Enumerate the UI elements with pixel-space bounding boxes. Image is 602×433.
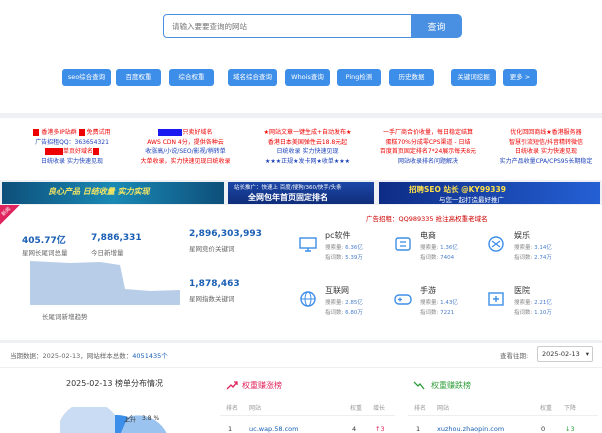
cat-ecommerce-name[interactable]: 电商 xyxy=(420,230,436,241)
ad-col-5[interactable]: 优化回回商线★香港服务器 智慧引流短信/抖音精转微信 日统收录 实力快速见现 实… xyxy=(496,128,596,166)
stat-longtail-total: 405.77亿 xyxy=(22,236,66,246)
rank-panel: 当期数据：2025-02-13，网站样本总数：4051435个 查看往期: 20… xyxy=(0,343,602,433)
nav-domain-query[interactable]: 域名综合查询 xyxy=(228,69,277,86)
divider xyxy=(0,367,602,368)
text-ads: 香港多IP站群 免费试用 广告招租QQ：363654321 单页好域名 日统收录… xyxy=(0,118,602,180)
fall-site-link[interactable]: xuzhou.zhaopin.com xyxy=(437,425,504,433)
rise-board-title: 权重赚涨榜 xyxy=(242,381,282,390)
trend-label: 长尾词新增趋势 xyxy=(42,313,88,321)
cat-pc-name[interactable]: pc软件 xyxy=(325,230,350,241)
banner-1[interactable]: 良心产品 日结收量 实力实现 xyxy=(2,182,224,204)
trend-up-icon xyxy=(226,381,238,390)
search-button[interactable]: 查询 xyxy=(411,14,462,38)
cat-entertainment-name[interactable]: 娱乐 xyxy=(514,230,530,241)
ad-col-2[interactable]: 只卖好域名 AWS CDN 4分，提供各种云 收涨高/小说/SEO/影视/稍转单… xyxy=(138,128,233,166)
current-data-label: 当期数据：2025-02-13，网站样本总数： xyxy=(10,352,133,360)
stat-today-label: 今日新增量 xyxy=(91,249,124,257)
stat-today-new: 7,886,331 xyxy=(91,233,142,243)
nav-whois[interactable]: Whois查询 xyxy=(285,69,330,86)
nav-baidu-weight[interactable]: 百度权重 xyxy=(116,69,161,86)
chevron-down-icon: ▾ xyxy=(585,350,589,358)
stat-index-label: 星网指数关键词 xyxy=(189,295,235,303)
banner-3[interactable]: 招聘SEO 站长 @KY99339 与您一起打造最好推广 xyxy=(379,182,600,204)
nav-seo[interactable]: seo综合查询 xyxy=(62,69,111,86)
nav-history[interactable]: 历史数据 xyxy=(389,69,434,86)
banner-2[interactable]: 站长推广：快速上 百度/搜狗/360/快手/头条 全网包年首页固定排名 xyxy=(228,182,374,204)
tag-icon xyxy=(395,237,411,251)
pie-pct: 3.8 % xyxy=(142,415,160,422)
stat-bid-label: 星网竞价关键词 xyxy=(189,245,235,253)
trend-down-icon xyxy=(413,381,425,390)
news-badge: 新闻 xyxy=(0,205,20,225)
stat-index-keywords: 1,878,463 xyxy=(189,279,240,289)
trend-area xyxy=(30,261,180,305)
desktop-icon xyxy=(299,237,317,252)
cat-internet-name[interactable]: 互联网 xyxy=(325,285,349,296)
cat-hospital-name[interactable]: 医院 xyxy=(514,285,530,296)
ad-col-1[interactable]: 香港多IP站群 免费试用 广告招租QQ：363654321 单页好域名 日统收录… xyxy=(22,128,122,166)
distribution-pie xyxy=(60,407,167,433)
chart-title: 2025-02-13 榜单分布情况 xyxy=(66,379,164,388)
stat-longtail-label: 星网长尾词总量 xyxy=(22,249,68,257)
nav-more[interactable]: 更多 > xyxy=(503,69,537,86)
fall-board-title: 权重赚跌榜 xyxy=(431,381,471,390)
stat-bid-keywords: 2,896,303,993 xyxy=(189,229,262,239)
hospital-icon xyxy=(488,292,504,306)
longtail-trend-chart xyxy=(30,261,180,305)
ad-col-4[interactable]: 一手厂商合价收量，每日稳定结算 蛋糕70%分成零CPS渠道 - 日结 百度首页固… xyxy=(372,128,484,166)
nav-ping[interactable]: Ping检测 xyxy=(337,69,381,86)
search-input[interactable] xyxy=(163,14,413,38)
globe-icon xyxy=(300,291,316,307)
ad-col-3[interactable]: ★网站文章一键生成+自动发布★ 香港日本美国弹性云18.8元起 日统收录 实力快… xyxy=(255,128,360,166)
cat-mobile-game-name[interactable]: 手游 xyxy=(420,285,436,296)
nav-composite-weight[interactable]: 综合权重 xyxy=(169,69,214,86)
ad-text-line[interactable]: 广告招租：QQ989335 抢注高权重老域名 xyxy=(366,213,488,223)
entertainment-icon xyxy=(488,236,504,252)
sample-total: 4051435个 xyxy=(132,352,168,360)
nav-keyword[interactable]: 关键词挖掘 xyxy=(451,69,496,86)
pie-label: 上升 xyxy=(124,417,137,424)
table-row: 1 xyxy=(228,425,233,433)
date-select[interactable]: 2025-02-13 ▾ xyxy=(537,346,593,362)
banner-ads: 良心产品 日结收量 实力实现 站长推广：快速上 百度/搜狗/360/快手/头条 … xyxy=(0,182,602,204)
search-panel: 查询 seo综合查询 百度权重 综合权重 域名综合查询 Whois查询 Ping… xyxy=(0,0,602,113)
table-row: 1 xyxy=(416,425,421,433)
gamepad-icon xyxy=(394,294,412,305)
stats-panel: 新闻 405.77亿 星网长尾词总量 7,886,331 今日新增量 长尾词新增… xyxy=(0,205,602,340)
history-label: 查看往期: xyxy=(500,352,529,360)
rise-site-link[interactable]: uc.wap.58.com xyxy=(249,425,298,433)
